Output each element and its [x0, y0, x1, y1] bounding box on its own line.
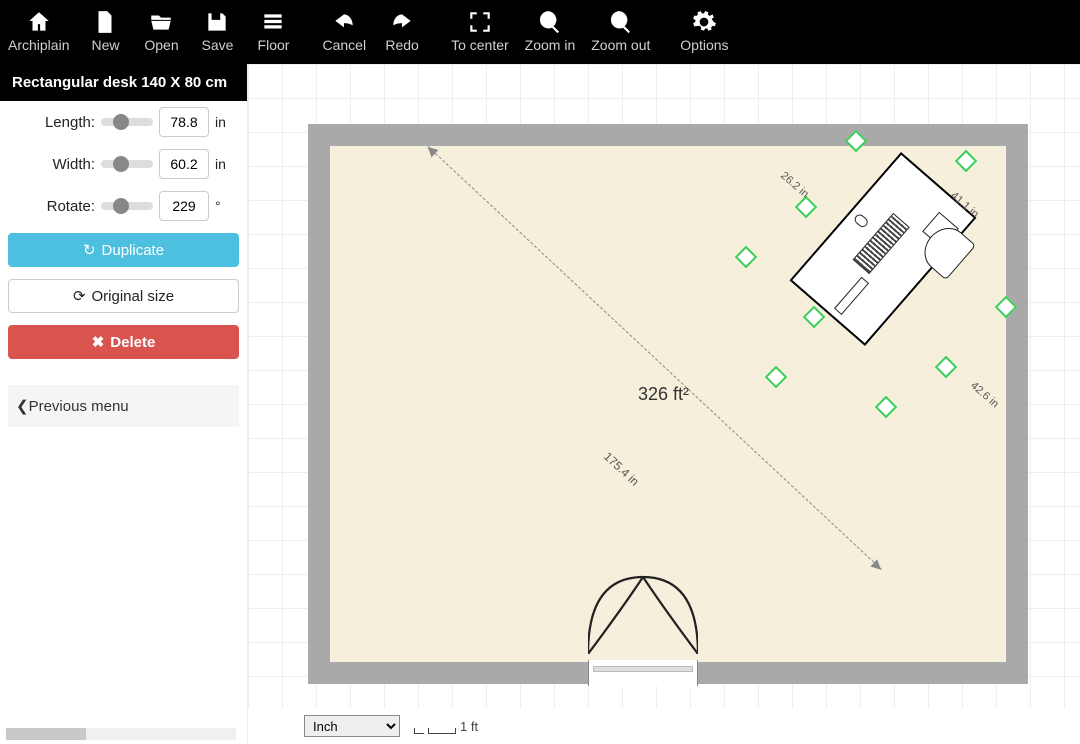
new-label: New	[91, 37, 119, 53]
refresh-icon: ⟳	[73, 287, 86, 305]
file-icon	[92, 9, 118, 35]
desk-tray	[834, 277, 869, 315]
resize-handle[interactable]	[955, 150, 978, 173]
save-icon	[204, 9, 230, 35]
width-unit: in	[215, 156, 237, 172]
open-label: Open	[144, 37, 178, 53]
zoom-out-icon	[608, 9, 634, 35]
length-unit: in	[215, 114, 237, 130]
duplicate-label: Duplicate	[102, 242, 165, 259]
new-button[interactable]: New	[77, 0, 133, 64]
cancel-label: Cancel	[322, 37, 366, 53]
door-opening[interactable]	[588, 660, 698, 686]
resize-handle[interactable]	[875, 396, 898, 419]
length-input[interactable]	[159, 107, 209, 137]
scale-label: 1 ft	[460, 719, 478, 734]
delete-button[interactable]: ✖ Delete	[8, 325, 239, 359]
original-size-button[interactable]: ⟳ Original size	[8, 279, 239, 313]
previous-menu-label: Previous menu	[29, 398, 129, 415]
door-object[interactable]	[588, 544, 698, 654]
resize-handle[interactable]	[765, 366, 788, 389]
zoom-out-button[interactable]: Zoom out	[583, 0, 658, 64]
resize-handle[interactable]	[935, 356, 958, 379]
resize-handle[interactable]	[795, 196, 818, 219]
mouse-icon	[853, 212, 870, 229]
properties-sidebar: Rectangular desk 140 X 80 cm Length: in …	[0, 64, 248, 744]
dimension-c-label: 42.6 in	[968, 380, 1001, 411]
cancel-button[interactable]: Cancel	[314, 0, 374, 64]
delete-label: Delete	[110, 334, 155, 351]
chevron-left-icon: ❮	[16, 397, 29, 415]
length-slider[interactable]	[101, 118, 153, 126]
dimension-a-label: 26.2 in	[778, 170, 811, 201]
home-button[interactable]: Archiplain	[0, 0, 77, 64]
home-label: Archiplain	[8, 37, 69, 53]
resize-handle[interactable]	[735, 246, 758, 269]
undo-icon	[331, 9, 357, 35]
floors-icon	[260, 9, 286, 35]
width-row: Width: in	[0, 143, 247, 185]
unit-select[interactable]: Inch	[304, 715, 400, 737]
expand-icon	[467, 9, 493, 35]
floor-button[interactable]: Floor	[245, 0, 301, 64]
redo-button[interactable]: Redo	[374, 0, 430, 64]
rotate-row: Rotate: °	[0, 185, 247, 227]
to-center-button[interactable]: To center	[443, 0, 517, 64]
duplicate-icon: ↻	[83, 241, 96, 259]
rotate-slider[interactable]	[101, 202, 153, 210]
length-row: Length: in	[0, 101, 247, 143]
open-button[interactable]: Open	[133, 0, 189, 64]
rotate-unit: °	[215, 198, 237, 214]
floorplan-canvas[interactable]: 326 ft² 175.4 in 26.2 in 4	[248, 64, 1080, 744]
gear-icon	[691, 9, 717, 35]
home-icon	[26, 9, 52, 35]
to-center-label: To center	[451, 37, 509, 53]
width-label: Width:	[52, 156, 95, 173]
width-slider[interactable]	[101, 160, 153, 168]
duplicate-button[interactable]: ↻ Duplicate	[8, 233, 239, 267]
redo-icon	[389, 9, 415, 35]
redo-label: Redo	[385, 37, 418, 53]
room-area-label: 326 ft²	[638, 384, 689, 405]
folder-open-icon	[148, 9, 174, 35]
length-label: Length:	[45, 114, 95, 131]
zoom-in-label: Zoom in	[525, 37, 576, 53]
selected-desk-object[interactable]: 26.2 in 41.1 in 42.6 in	[738, 139, 1008, 429]
rotate-label: Rotate:	[47, 198, 95, 215]
sidebar-scrollbar[interactable]	[6, 728, 236, 740]
scale-indicator: 1 ft	[414, 719, 478, 734]
width-input[interactable]	[159, 149, 209, 179]
floor-label: Floor	[258, 37, 290, 53]
original-size-label: Original size	[92, 288, 175, 305]
save-label: Save	[202, 37, 234, 53]
options-button[interactable]: Options	[671, 0, 737, 64]
zoom-out-label: Zoom out	[591, 37, 650, 53]
zoom-in-icon	[537, 9, 563, 35]
previous-menu-button[interactable]: ❮ Previous menu	[8, 385, 239, 427]
canvas-footer: Inch 1 ft	[248, 708, 1080, 744]
rotate-input[interactable]	[159, 191, 209, 221]
selection-title: Rectangular desk 140 X 80 cm	[0, 64, 247, 101]
zoom-in-button[interactable]: Zoom in	[517, 0, 584, 64]
save-button[interactable]: Save	[189, 0, 245, 64]
main-toolbar: Archiplain New Open Save Floor Cancel Re…	[0, 0, 1080, 64]
options-label: Options	[680, 37, 728, 53]
close-icon: ✖	[92, 333, 105, 351]
